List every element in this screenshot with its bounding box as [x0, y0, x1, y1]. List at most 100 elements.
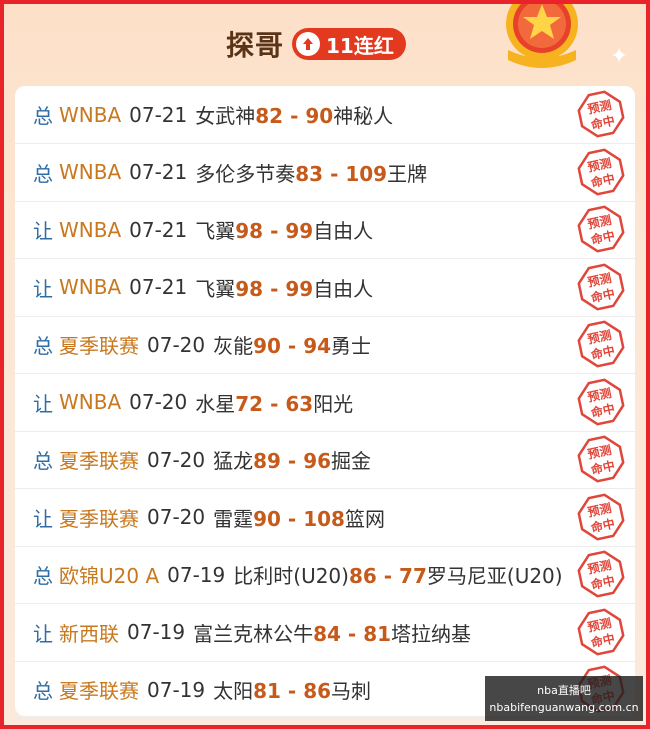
home-score: 84 [313, 621, 341, 646]
home-score: 98 [235, 219, 264, 243]
match-line: 富兰克林公牛84 - 81塔拉纳基 [193, 618, 471, 647]
match-line: 多伦多节奏83 - 109王牌 [195, 158, 427, 187]
league-name: 夏季联赛 [59, 334, 139, 358]
match-line: 飞翼98 - 99自由人 [195, 215, 373, 244]
match-date: 07-19 [147, 677, 206, 702]
home-score: 98 [235, 276, 264, 301]
bet-type: 让 [33, 391, 53, 416]
score-separator: - [280, 334, 304, 358]
away-team: 勇士 [331, 334, 372, 358]
match-date: 07-19 [167, 562, 226, 587]
match-line: 飞翼98 - 99自由人 [195, 273, 373, 302]
list-item[interactable]: 总夏季联赛 07-20 猛龙89 - 96掘金 预测 命中 [15, 431, 635, 489]
match-date: 07-20 [147, 332, 206, 357]
home-score: 90 [253, 334, 281, 358]
bet-type: 总 [33, 449, 53, 473]
hit-stamp-icon: 预测命中 [577, 320, 625, 368]
match-date: 07-20 [147, 505, 206, 529]
list-item[interactable]: 总欧锦U20 A 07-19 比利时(U20)86 - 77罗马尼亚(U20) 预测命… [15, 546, 635, 604]
league-name: WNBA [59, 275, 122, 299]
home-score: 82 [255, 104, 284, 128]
list-item[interactable]: 总夏季联赛 07-20 灰能90 - 94勇士 预测 命中 [15, 316, 635, 374]
score-separator: - [280, 506, 304, 531]
match-line: 太阳81 - 86马刺 [213, 675, 371, 704]
away-team: 王牌 [387, 161, 428, 186]
list-item[interactable]: 总 WNBA 07-21 女武神82 - 90神秘人 预测 命中 [15, 86, 635, 144]
watermark-line1: nba直播吧 [537, 683, 591, 697]
away-team: 马刺 [331, 679, 372, 703]
home-score: 90 [253, 506, 281, 531]
league-name: 欧锦U20 A [59, 564, 160, 588]
match-date: 07-21 [129, 217, 188, 242]
score-separator: - [340, 621, 364, 646]
match-date: 07-21 [129, 275, 188, 299]
score-separator: - [263, 219, 286, 243]
bet-type: 让 [33, 506, 53, 531]
match-line: 水星72 - 63阳光 [195, 388, 353, 417]
home-score: 89 [253, 449, 281, 473]
hit-stamp-icon: 预测命中 [577, 90, 625, 138]
away-score: 99 [285, 219, 314, 243]
streak-label: 11连红 [326, 33, 394, 58]
league-name: 夏季联赛 [59, 449, 139, 473]
page-title: 探哥 [226, 29, 285, 62]
bet-type: 让 [33, 621, 53, 646]
away-score: 94 [303, 334, 332, 358]
list-item[interactable]: 让夏季联赛 07-20 雷霆90 - 108篮网 预测 命中 [15, 489, 635, 547]
hit-stamp-icon: 预测命中 [577, 147, 625, 196]
hit-stamp-icon: 预测命中 [577, 435, 625, 483]
away-team: 塔拉纳基 [391, 621, 472, 646]
home-team: 水星 [195, 391, 236, 416]
match-date: 07-21 [129, 160, 188, 184]
match-date: 07-20 [147, 447, 206, 472]
watermark: nba直播吧 nbabifenguanwang.com.cn [485, 676, 643, 721]
home-team: 太阳 [213, 679, 254, 703]
away-team: 掘金 [331, 449, 372, 473]
hit-stamp-icon: 预测命中 [577, 607, 625, 656]
score-separator: - [280, 679, 304, 703]
league-name: 夏季联赛 [59, 679, 139, 703]
bet-type: 总 [33, 161, 53, 186]
league-name: WNBA [59, 390, 122, 414]
list-item[interactable]: 让 WNBA 07-20 水星72 - 63阳光 预测 命中 [15, 374, 635, 432]
up-arrow-icon [296, 32, 320, 56]
match-date: 07-21 [129, 102, 188, 127]
hit-stamp-icon: 预测命中 [577, 377, 625, 426]
match-line: 猛龙89 - 96掘金 [213, 445, 371, 474]
bet-type: 让 [33, 219, 53, 243]
home-team: 女武神 [195, 104, 256, 128]
away-team: 自由人 [313, 219, 374, 243]
away-team: 罗马尼亚(U20) [426, 564, 563, 588]
match-line: 灰能90 - 94勇士 [213, 330, 371, 359]
list-item[interactable]: 让 WNBA 07-21 飞翼98 - 99自由人 预测 命中 [15, 201, 635, 259]
home-score: 83 [295, 161, 324, 186]
match-date: 07-20 [129, 390, 188, 414]
away-team: 神秘人 [333, 104, 394, 128]
medal-icon [506, 4, 578, 68]
home-team: 富兰克林公牛 [193, 621, 314, 646]
watermark-line2: nbabifenguanwang.com.cn [489, 700, 639, 714]
away-score: 81 [363, 621, 392, 646]
bet-type: 总 [33, 104, 53, 128]
card-frame: 探哥 11连红 ✦ 总 WNBA 07-21 女武神82 - 90神秘人 预测 命中总 WN… [0, 0, 650, 729]
league-name: 新西联 [59, 621, 119, 646]
score-separator: - [323, 161, 346, 186]
home-score: 81 [253, 679, 281, 703]
sparkle-icon: ✦ [610, 44, 629, 69]
list-item[interactable]: 总 WNBA 07-21 多伦多节奏83 - 109王牌 预测 命中 [15, 144, 635, 202]
hit-stamp-icon: 预测命中 [577, 262, 625, 311]
home-team: 雷霆 [213, 506, 254, 531]
league-name: 夏季联赛 [59, 506, 139, 531]
list-item[interactable]: 让新西联 07-19 富兰克林公牛84 - 81塔拉纳基 预测 命中 [15, 604, 635, 662]
list-item[interactable]: 让 WNBA 07-21 飞翼98 - 99自由人 预测 命中 [15, 259, 635, 317]
away-team: 篮网 [344, 506, 385, 531]
streak-badge: 11连红 [292, 28, 406, 60]
home-score: 86 [348, 564, 377, 588]
score-separator: - [263, 276, 286, 301]
match-date: 07-19 [127, 620, 186, 644]
away-score: 86 [303, 679, 332, 703]
score-separator: - [263, 391, 286, 416]
league-name: WNBA [59, 102, 122, 127]
hit-stamp-icon: 预测命中 [577, 550, 625, 598]
home-score: 72 [235, 391, 264, 416]
